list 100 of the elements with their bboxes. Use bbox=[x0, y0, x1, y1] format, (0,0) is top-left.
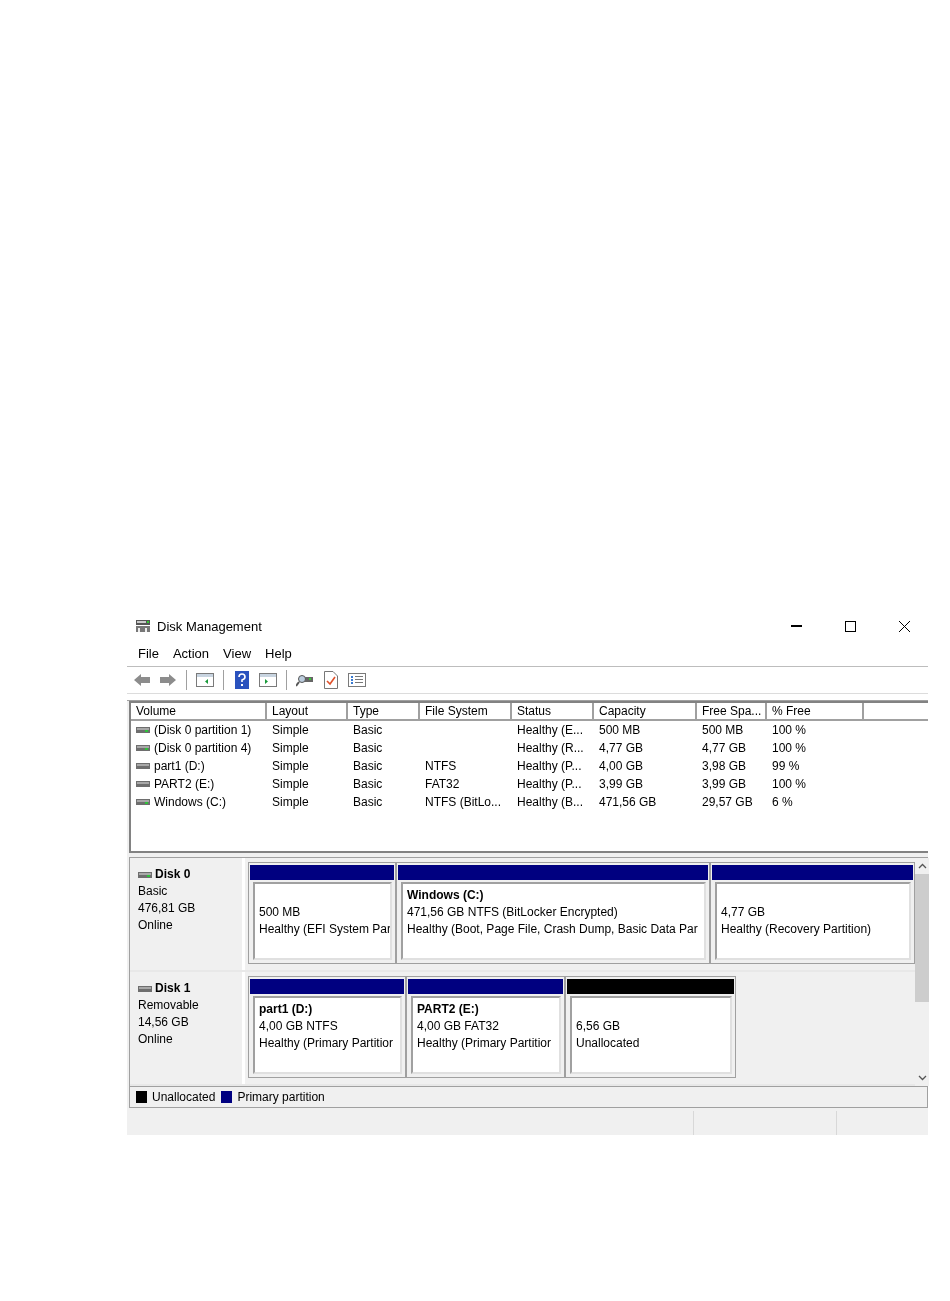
help-icon bbox=[235, 671, 249, 689]
disk-state: Online bbox=[138, 917, 174, 934]
disk-name: Disk 1 bbox=[155, 980, 191, 997]
table-cell: Healthy (P... bbox=[517, 777, 582, 791]
table-cell: Healthy (B... bbox=[517, 795, 584, 809]
table-cell: 29,57 GB bbox=[702, 795, 753, 809]
panel-icon bbox=[196, 673, 214, 687]
table-cell: Basic bbox=[353, 795, 383, 809]
left-arrow-icon bbox=[133, 673, 151, 687]
table-cell: 4,00 GB bbox=[599, 759, 644, 773]
table-cell: Basic bbox=[353, 777, 383, 791]
partition-size: 471,56 GB NTFS (BitLocker Encrypted) bbox=[407, 904, 619, 921]
column-header[interactable]: Free Spa... bbox=[697, 703, 767, 721]
table-cell: Healthy (R... bbox=[517, 741, 584, 755]
table-cell: Basic bbox=[353, 759, 383, 773]
down-caret-icon bbox=[917, 1075, 927, 1081]
table-cell: (Disk 0 partition 1) bbox=[154, 723, 252, 737]
table-cell: 4,77 GB bbox=[702, 741, 747, 755]
disk-type: Basic bbox=[138, 883, 169, 900]
right-arrow-icon bbox=[159, 673, 177, 687]
menu-item[interactable]: Help bbox=[258, 645, 299, 661]
menu-item[interactable]: Action bbox=[165, 645, 217, 661]
partition-block[interactable]: part1 (D:) 4,00 GB NTFS Healthy (Primary Partitior bbox=[253, 996, 402, 1074]
partition-size: 500 MB bbox=[259, 904, 302, 921]
scrollbar[interactable] bbox=[915, 858, 929, 1086]
column-header[interactable]: Volume bbox=[131, 703, 267, 721]
disk-size: 14,56 GB bbox=[138, 1014, 190, 1031]
disk-management-icon bbox=[135, 619, 151, 633]
table-cell: 3,99 GB bbox=[599, 777, 644, 791]
list-icon bbox=[348, 673, 366, 687]
partition-label: PART2 (E:) bbox=[417, 1001, 480, 1018]
table-cell: 6 % bbox=[772, 795, 793, 809]
table-cell: 100 % bbox=[772, 777, 807, 791]
disk-type: Removable bbox=[138, 997, 200, 1014]
partition-block[interactable]: 4,77 GB Healthy (Recovery Partition) bbox=[715, 882, 911, 960]
menu-item[interactable]: File bbox=[131, 645, 166, 661]
maximize-icon bbox=[844, 620, 856, 632]
table-cell: 500 MB bbox=[702, 723, 744, 737]
column-header[interactable]: Status bbox=[512, 703, 594, 721]
table-cell: 471,56 GB bbox=[599, 795, 657, 809]
close-icon bbox=[898, 620, 910, 632]
partition-block[interactable]: 6,56 GB Unallocated bbox=[570, 996, 732, 1074]
legend-label: Unallocated bbox=[152, 1090, 216, 1104]
table-cell: Simple bbox=[272, 795, 309, 809]
partition-block[interactable]: PART2 (E:) 4,00 GB FAT32 Healthy (Primary Partitior bbox=[411, 996, 561, 1074]
table-cell: Simple bbox=[272, 759, 309, 773]
partition-status: Healthy (EFI System Par bbox=[259, 921, 390, 938]
partition-status: Healthy (Recovery Partition) bbox=[721, 921, 873, 938]
table-cell: 4,77 GB bbox=[599, 741, 644, 755]
column-header[interactable]: % Free bbox=[767, 703, 864, 721]
column-header[interactable]: Type bbox=[348, 703, 420, 721]
disk-name: Disk 0 bbox=[155, 866, 191, 883]
table-cell: (Disk 0 partition 4) bbox=[154, 741, 252, 755]
partition-block[interactable]: Windows (C:) 471,56 GB NTFS (BitLocker Encrypted) Healthy (Boot, Page File, Crash Dump, Basic Data Par bbox=[401, 882, 706, 960]
table-cell: FAT32 bbox=[425, 777, 460, 791]
table-cell: 3,98 GB bbox=[702, 759, 747, 773]
table-cell: 100 % bbox=[772, 741, 807, 755]
column-header[interactable]: Layout bbox=[267, 703, 348, 721]
table-cell: 500 MB bbox=[599, 723, 641, 737]
disk-size: 476,81 GB bbox=[138, 900, 197, 917]
table-cell: Basic bbox=[353, 741, 383, 755]
table-cell: Healthy (E... bbox=[517, 723, 584, 737]
partition-status: Unallocated bbox=[576, 1035, 641, 1052]
minimize-icon bbox=[790, 625, 802, 627]
table-cell: part1 (D:) bbox=[154, 759, 205, 773]
menu-item[interactable]: View bbox=[216, 645, 259, 661]
checked-document-icon bbox=[324, 671, 338, 689]
scrollbar-thumb[interactable] bbox=[915, 874, 929, 1002]
window-title: Disk Management bbox=[157, 618, 263, 634]
partition-label: part1 (D:) bbox=[259, 1001, 314, 1018]
table-cell: Basic bbox=[353, 723, 383, 737]
column-header[interactable]: File System bbox=[420, 703, 512, 721]
list-view-button[interactable] bbox=[346, 670, 368, 690]
table-cell: 3,99 GB bbox=[702, 777, 747, 791]
console-tree-button[interactable] bbox=[194, 670, 216, 690]
table-cell: 99 % bbox=[772, 759, 800, 773]
disk-state: Online bbox=[138, 1031, 174, 1048]
action-pane-button[interactable] bbox=[257, 670, 279, 690]
table-cell: PART2 (E:) bbox=[154, 777, 215, 791]
legend-label: Primary partition bbox=[237, 1090, 325, 1104]
table-cell: Healthy (P... bbox=[517, 759, 582, 773]
table-cell: Simple bbox=[272, 723, 309, 737]
table-cell: Simple bbox=[272, 741, 309, 755]
partition-status: Healthy (Primary Partitior bbox=[417, 1035, 553, 1052]
partition-size: 6,56 GB bbox=[576, 1018, 622, 1035]
partition-block[interactable]: 500 MB Healthy (EFI System Par bbox=[253, 882, 392, 960]
partition-size: 4,00 GB NTFS bbox=[259, 1018, 339, 1035]
partition-size: 4,00 GB FAT32 bbox=[417, 1018, 500, 1035]
table-cell: NTFS bbox=[425, 759, 457, 773]
table-cell: NTFS (BitLo... bbox=[425, 795, 501, 809]
partition-status: Healthy (Boot, Page File, Crash Dump, Basic Data Par bbox=[407, 921, 699, 938]
panel-icon bbox=[259, 673, 277, 687]
table-cell: Simple bbox=[272, 777, 309, 791]
column-header[interactable]: Capacity bbox=[594, 703, 697, 721]
partition-size: 4,77 GB bbox=[721, 904, 767, 921]
table-cell: Windows (C:) bbox=[154, 795, 226, 809]
drive-search-icon bbox=[296, 673, 314, 687]
partition-status: Healthy (Primary Partitior bbox=[259, 1035, 395, 1052]
partition-label: Windows (C:) bbox=[407, 887, 485, 904]
table-cell: 100 % bbox=[772, 723, 807, 737]
